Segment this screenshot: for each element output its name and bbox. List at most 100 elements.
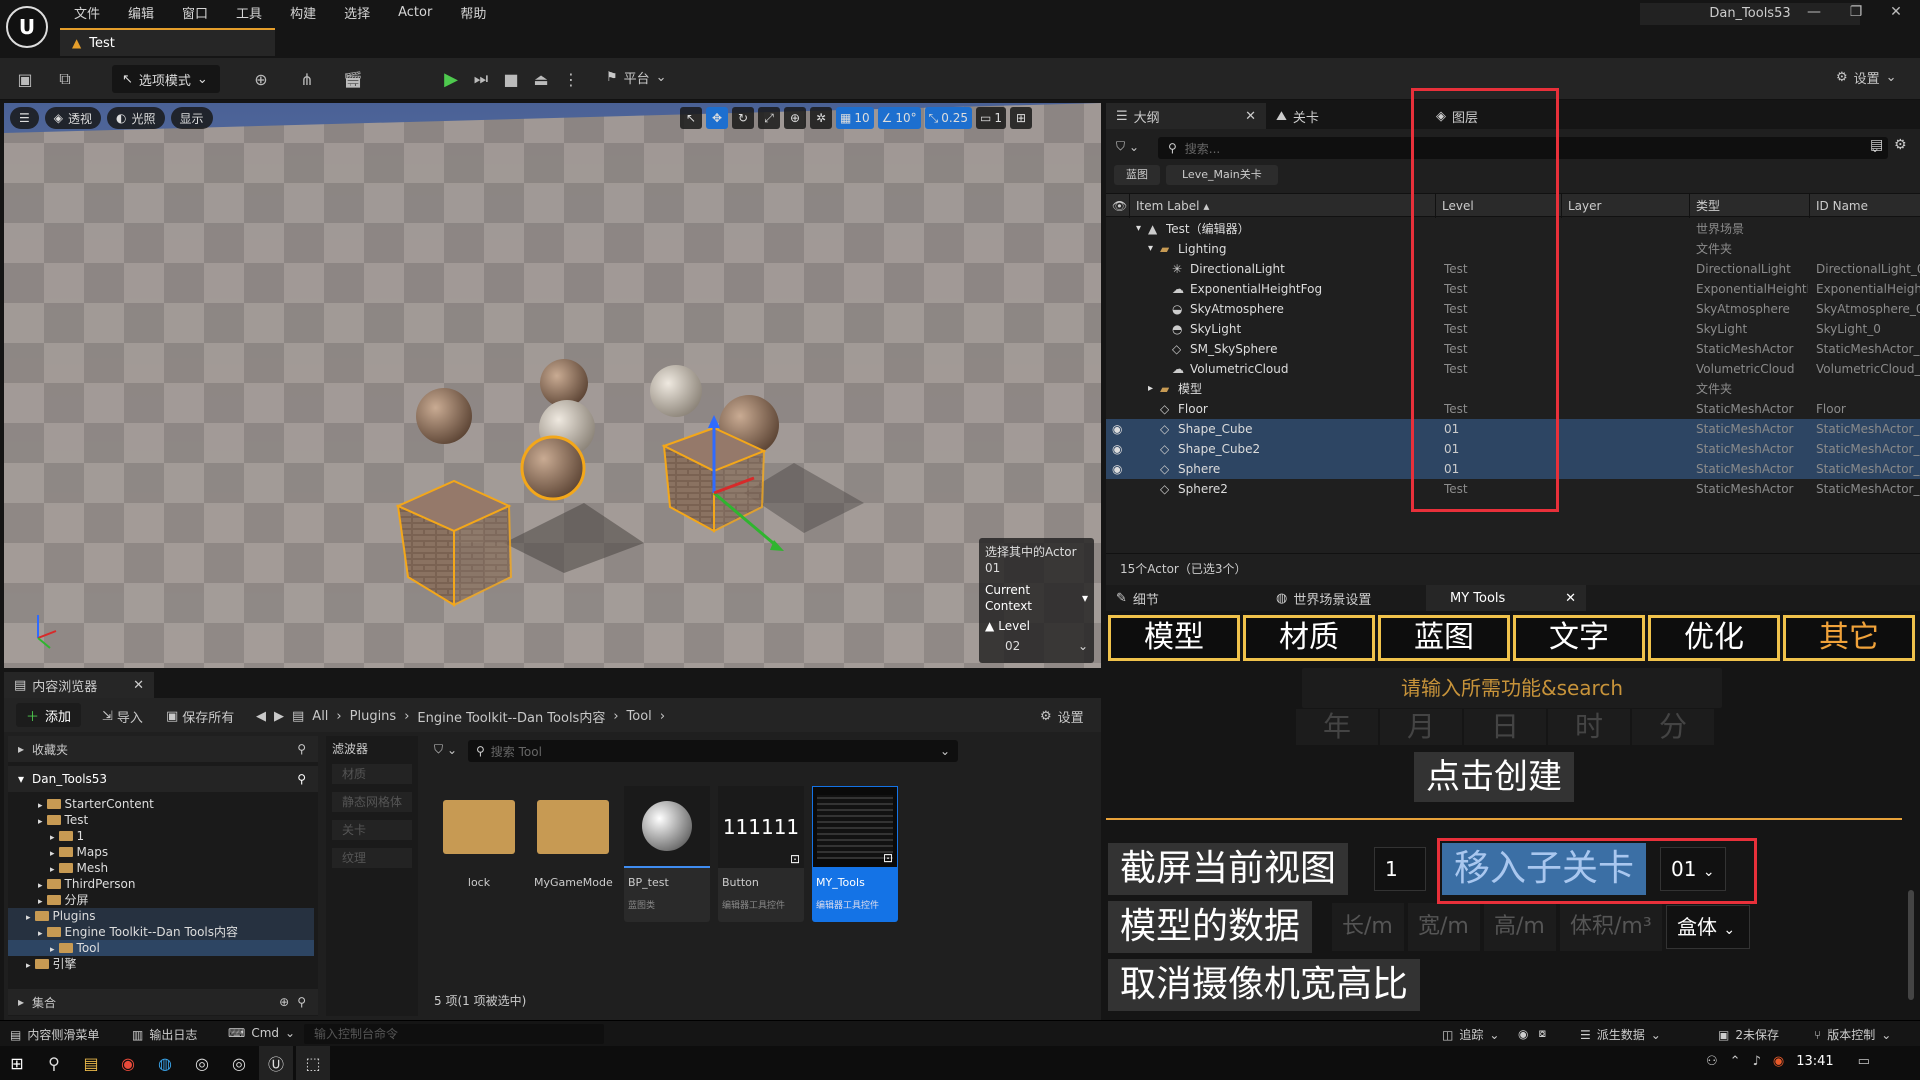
cmd-dropdown[interactable]: ⌨ Cmd ⌄ — [228, 1026, 295, 1040]
chevron-up-icon[interactable]: ⌃ — [1730, 1054, 1741, 1069]
unreal-taskbar-icon[interactable]: Ⓤ — [259, 1046, 293, 1080]
menu-select[interactable]: 选择 — [330, 3, 384, 22]
play-icon[interactable]: ▶ — [438, 66, 464, 92]
volume-icon[interactable]: ♪ — [1753, 1054, 1761, 1069]
angle-snap-button[interactable]: ∠ 10° — [877, 107, 921, 129]
model-data-button[interactable]: 模型的数据 — [1108, 901, 1313, 953]
outliner-row[interactable]: ✳ DirectionalLight Test DirectionalLight Dir… — [1106, 259, 1920, 279]
year-field[interactable]: 年 — [1296, 709, 1378, 745]
tab-my-tools[interactable]: MY Tools ✕ — [1426, 585, 1586, 611]
app-icon[interactable]: ◎ — [185, 1046, 219, 1080]
sublevel-dropdown[interactable]: 01 ⌄ — [1660, 847, 1726, 891]
search-icon[interactable]: ⚲ — [297, 772, 306, 786]
maximize-icon[interactable]: ❐ — [1836, 4, 1876, 24]
outliner-search-input[interactable]: ⚲ 搜索... ⌄ — [1158, 137, 1888, 159]
hour-field[interactable]: 时 — [1548, 709, 1630, 745]
minute-field[interactable]: 分 — [1632, 709, 1714, 745]
world-local-icon[interactable]: ⊕ — [784, 107, 806, 129]
more-options-icon[interactable]: ⋮ — [558, 66, 584, 92]
filter-pill-blueprint[interactable]: 蓝图 — [1114, 165, 1160, 185]
breadcrumb-plugins[interactable]: Plugins — [350, 709, 397, 724]
filter-texture[interactable]: 纹理 — [332, 848, 412, 868]
outliner-row[interactable]: ◇ Sphere2 Test StaticMeshActor StaticMeshAct… — [1106, 479, 1920, 499]
height-field[interactable]: 高/m — [1484, 903, 1556, 951]
outliner-row[interactable]: ◓ SkyLight Test SkyLight SkyLight_0 — [1106, 319, 1920, 339]
category-model-button[interactable]: 模型 — [1108, 615, 1240, 661]
step-icon[interactable]: ⏭︎ — [468, 66, 494, 92]
add-folder-icon[interactable]: ▤ — [1870, 137, 1883, 153]
menu-edit[interactable]: 编辑 — [114, 3, 168, 22]
forward-icon[interactable]: ▶︎ — [274, 709, 284, 724]
file-explorer-icon[interactable]: ▤ — [74, 1046, 108, 1080]
outliner-row[interactable]: ◒ SkyAtmosphere Test SkyAtmosphere SkyAtmosp… — [1106, 299, 1920, 319]
tray-app-icon[interactable]: ◉ — [1773, 1054, 1784, 1069]
lighting-button[interactable]: ◐ 光照 — [107, 107, 165, 129]
close-icon[interactable]: ✕ — [1876, 4, 1916, 24]
asset-bp-test[interactable]: BP_test 蓝图类 — [624, 786, 710, 922]
tab-content-browser[interactable]: ▤ 内容浏览器 ✕ — [4, 672, 154, 698]
width-field[interactable]: 宽/m — [1408, 903, 1480, 951]
chevron-down-icon[interactable]: ▾ — [1136, 219, 1141, 239]
favorites-header[interactable]: ▸ 收藏夹 ⚲ — [8, 736, 318, 762]
collections-header[interactable]: ▸ 集合 ⊕ ⚲ — [8, 989, 318, 1015]
menu-build[interactable]: 构建 — [276, 3, 330, 22]
filter-pill-level[interactable]: Leve_Main关卡 — [1166, 165, 1278, 185]
gear-icon[interactable]: ⚙ — [1894, 137, 1907, 153]
tab-layers[interactable]: ◈ 图层 — [1426, 103, 1566, 129]
eye-icon[interactable]: ◉ — [1112, 459, 1122, 479]
content-drawer-button[interactable]: ▤ 内容侧滑菜单 — [10, 1026, 99, 1043]
platform-button[interactable]: ⚑ 平台 ⌄ — [606, 68, 667, 87]
length-field[interactable]: 长/m — [1332, 903, 1404, 951]
col-id-name[interactable]: ID Name — [1810, 194, 1920, 218]
app-taskbar-icon[interactable]: ⬚ — [296, 1046, 330, 1080]
notification-icon[interactable]: ▭ — [1858, 1054, 1870, 1069]
derived-data-button[interactable]: ☰ 派生数据 ⌄ — [1580, 1026, 1661, 1043]
add-collection-icon[interactable]: ⊕ — [279, 995, 289, 1009]
breadcrumb-tool[interactable]: Tool — [627, 709, 652, 724]
outliner-row[interactable]: ◇ Floor Test StaticMeshActor Floor — [1106, 399, 1920, 419]
save-all-button[interactable]: ▣ 保存所有 — [166, 707, 234, 726]
back-icon[interactable]: ◀︎ — [256, 709, 266, 724]
tab-outliner[interactable]: ☰ 大纲 ✕ — [1106, 103, 1266, 129]
stop-icon[interactable]: ■ — [498, 66, 524, 92]
filter-static-mesh[interactable]: 静态网格体 — [332, 792, 412, 812]
surface-snap-icon[interactable]: ✲ — [810, 107, 832, 129]
category-optimize-button[interactable]: 优化 — [1648, 615, 1780, 661]
outliner-row[interactable]: ☁ ExponentialHeightFog Test ExponentialHeig… — [1106, 279, 1920, 299]
tree-item[interactable]: ▸ ThirdPerson — [8, 876, 314, 892]
asset-folder-mygamemode[interactable]: MyGameMode — [530, 786, 616, 922]
cb-settings-button[interactable]: ⚙ 设置 — [1040, 707, 1084, 726]
eye-icon[interactable]: ◉ — [1112, 439, 1122, 459]
settings-button[interactable]: ⚙ 设置 ⌄ — [1836, 68, 1897, 87]
app-icon[interactable]: ◎ — [222, 1046, 256, 1080]
category-text-button[interactable]: 文字 — [1513, 615, 1645, 661]
cinematics-icon[interactable]: 🎬︎ — [340, 66, 366, 92]
search-icon[interactable]: ⚲ — [297, 742, 306, 756]
chevron-right-icon[interactable]: ▸ — [1148, 379, 1153, 399]
volume-field[interactable]: 体积/m³ — [1560, 903, 1662, 951]
scale-snap-button[interactable]: ⤡ 0.25 — [924, 107, 972, 129]
browse-icon[interactable]: ⧉ — [52, 66, 78, 92]
col-layer[interactable]: Layer — [1562, 194, 1690, 218]
outliner-row[interactable]: ▾ ▰ Lighting 文件夹 — [1106, 239, 1920, 259]
tree-item[interactable]: ▸ Engine Toolkit--Dan Tools内容 — [8, 924, 314, 940]
perspective-button[interactable]: ◈ 透视 — [44, 107, 102, 129]
source-control-button[interactable]: ⑂ 版本控制 ⌄ — [1814, 1026, 1891, 1043]
category-other-button[interactable]: 其它 — [1783, 615, 1915, 661]
tree-item[interactable]: ▸ StarterContent — [8, 796, 314, 812]
tree-item[interactable]: ▸ Tool — [8, 940, 314, 956]
tab-levels[interactable]: ⛰ 关卡 — [1266, 103, 1426, 129]
shape-dropdown[interactable]: 盒体 ⌄ — [1666, 905, 1750, 949]
chrome-icon[interactable]: ◉ — [111, 1046, 145, 1080]
filter-dropdown[interactable]: ⛉ ⌄ — [1116, 139, 1139, 154]
tree-item[interactable]: ▸ 分屏 — [8, 892, 314, 908]
console-input[interactable]: 输入控制台命令 — [304, 1024, 604, 1044]
level-dropdown[interactable]: 02 ⌄ — [985, 638, 1088, 654]
translate-icon[interactable]: ✥ — [706, 107, 728, 129]
unsaved-button[interactable]: ▣ 2未保存 — [1718, 1026, 1779, 1043]
category-material-button[interactable]: 材质 — [1243, 615, 1375, 661]
grid-snap-button[interactable]: ▦ 10 — [836, 107, 874, 129]
search-icon[interactable]: ⚲ — [297, 995, 306, 1009]
close-tab-icon[interactable]: ✕ — [1245, 109, 1256, 124]
col-type[interactable]: 类型 — [1690, 194, 1810, 218]
